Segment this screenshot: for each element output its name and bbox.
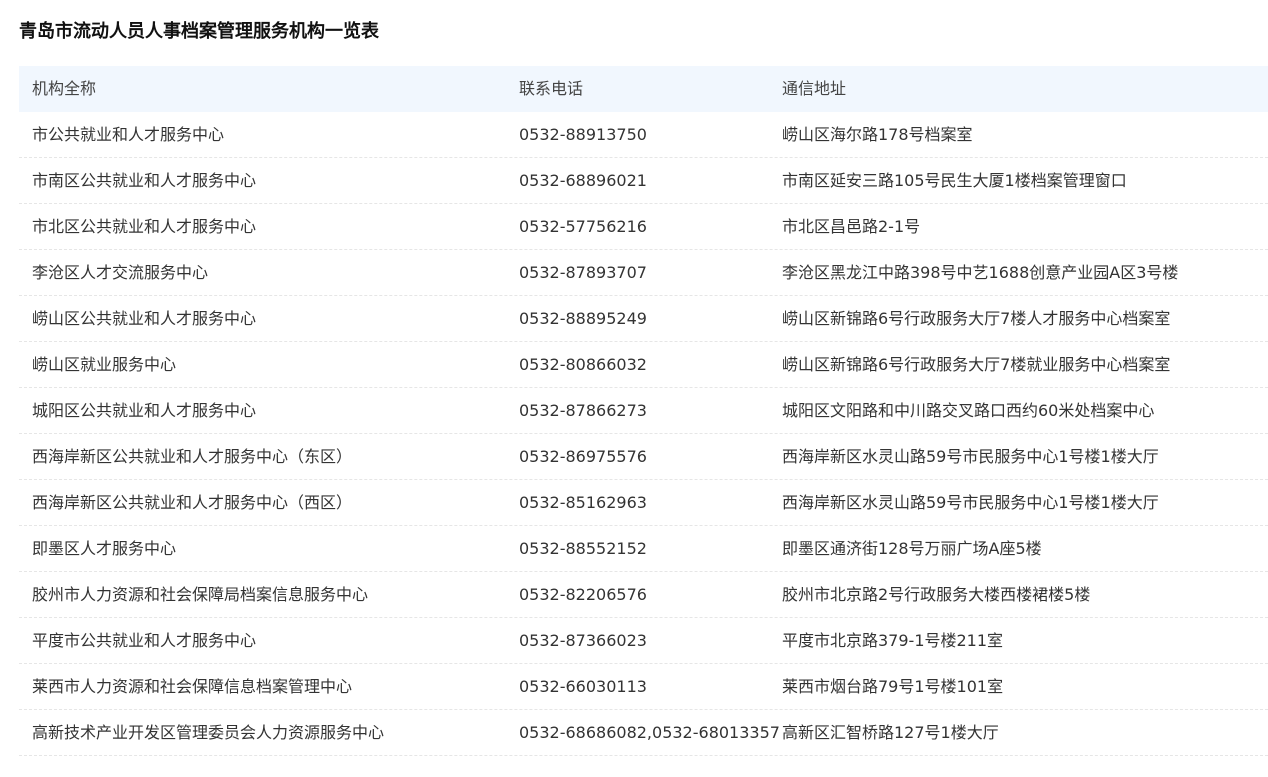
agency-name: 市公共就业和人才服务中心 xyxy=(32,124,225,144)
page: 青岛市流动人员人事档案管理服务机构一览表 机构全称 联系电话 通信地址 市公共就… xyxy=(0,0,1268,777)
agency-address: 市北区昌邑路2-1号 xyxy=(782,216,921,236)
agency-address: 即墨区通济街128号万丽广场A座5楼 xyxy=(782,538,1042,558)
table-row: 市北区公共就业和人才服务中心 0532-57756216 市北区昌邑路2-1号 xyxy=(19,204,1268,250)
agency-name: 崂山区公共就业和人才服务中心 xyxy=(32,308,257,328)
table-row: 莱西市人力资源和社会保障信息档案管理中心 0532-66030113 莱西市烟台… xyxy=(19,664,1268,710)
agency-address: 市南区延安三路105号民生大厦1楼档案管理窗口 xyxy=(782,170,1127,190)
agency-table: 机构全称 联系电话 通信地址 市公共就业和人才服务中心 0532-8891375… xyxy=(19,66,1268,756)
agency-phone: 0532-88552152 xyxy=(519,538,647,558)
agency-address: 城阳区文阳路和中川路交叉路口西约60米处档案中心 xyxy=(782,400,1155,420)
agency-address: 西海岸新区水灵山路59号市民服务中心1号楼1楼大厅 xyxy=(782,446,1159,466)
column-header-address: 通信地址 xyxy=(782,79,847,98)
agency-phone: 0532-87893707 xyxy=(519,262,647,282)
agency-phone: 0532-80866032 xyxy=(519,354,647,374)
agency-address: 崂山区海尔路178号档案室 xyxy=(782,124,973,144)
agency-name: 城阳区公共就业和人才服务中心 xyxy=(32,400,257,420)
page-title: 青岛市流动人员人事档案管理服务机构一览表 xyxy=(19,21,379,42)
agency-name: 李沧区人才交流服务中心 xyxy=(32,262,209,282)
agency-name: 市南区公共就业和人才服务中心 xyxy=(32,170,257,190)
agency-phone: 0532-85162963 xyxy=(519,492,647,512)
table-row: 城阳区公共就业和人才服务中心 0532-87866273 城阳区文阳路和中川路交… xyxy=(19,388,1268,434)
agency-phone: 0532-68686082,0532-68013357 xyxy=(519,722,780,742)
agency-name: 西海岸新区公共就业和人才服务中心（西区） xyxy=(32,492,353,512)
agency-phone: 0532-82206576 xyxy=(519,584,647,604)
agency-phone: 0532-88895249 xyxy=(519,308,647,328)
table-row: 崂山区公共就业和人才服务中心 0532-88895249 崂山区新锦路6号行政服… xyxy=(19,296,1268,342)
agency-phone: 0532-87866273 xyxy=(519,400,647,420)
agency-name: 平度市公共就业和人才服务中心 xyxy=(32,630,257,650)
table-row: 市公共就业和人才服务中心 0532-88913750 崂山区海尔路178号档案室 xyxy=(19,112,1268,158)
agency-address: 平度市北京路379-1号楼211室 xyxy=(782,630,1004,650)
agency-phone: 0532-87366023 xyxy=(519,630,647,650)
table-row: 李沧区人才交流服务中心 0532-87893707 李沧区黑龙江中路398号中艺… xyxy=(19,250,1268,296)
agency-address: 高新区汇智桥路127号1楼大厅 xyxy=(782,722,999,742)
agency-phone: 0532-68896021 xyxy=(519,170,647,190)
agency-phone: 0532-88913750 xyxy=(519,124,647,144)
agency-address: 崂山区新锦路6号行政服务大厅7楼就业服务中心档案室 xyxy=(782,354,1171,374)
agency-phone: 0532-66030113 xyxy=(519,676,647,696)
table-row: 西海岸新区公共就业和人才服务中心（东区） 0532-86975576 西海岸新区… xyxy=(19,434,1268,480)
agency-name: 崂山区就业服务中心 xyxy=(32,354,177,374)
table-row: 高新技术产业开发区管理委员会人力资源服务中心 0532-68686082,053… xyxy=(19,710,1268,756)
agency-address: 崂山区新锦路6号行政服务大厅7楼人才服务中心档案室 xyxy=(782,308,1171,328)
table-row: 崂山区就业服务中心 0532-80866032 崂山区新锦路6号行政服务大厅7楼… xyxy=(19,342,1268,388)
table-header: 机构全称 联系电话 通信地址 xyxy=(19,66,1268,112)
table-row: 即墨区人才服务中心 0532-88552152 即墨区通济街128号万丽广场A座… xyxy=(19,526,1268,572)
agency-name: 市北区公共就业和人才服务中心 xyxy=(32,216,257,236)
column-header-name: 机构全称 xyxy=(32,79,97,98)
agency-name: 高新技术产业开发区管理委员会人力资源服务中心 xyxy=(32,722,385,742)
agency-name: 莱西市人力资源和社会保障信息档案管理中心 xyxy=(32,676,353,696)
agency-phone: 0532-86975576 xyxy=(519,446,647,466)
agency-address: 胶州市北京路2号行政服务大楼西楼裙楼5楼 xyxy=(782,584,1091,604)
agency-phone: 0532-57756216 xyxy=(519,216,647,236)
agency-name: 胶州市人力资源和社会保障局档案信息服务中心 xyxy=(32,584,369,604)
table-row: 西海岸新区公共就业和人才服务中心（西区） 0532-85162963 西海岸新区… xyxy=(19,480,1268,526)
agency-address: 西海岸新区水灵山路59号市民服务中心1号楼1楼大厅 xyxy=(782,492,1159,512)
agency-address: 李沧区黑龙江中路398号中艺1688创意产业园A区3号楼 xyxy=(782,262,1179,282)
agency-name: 西海岸新区公共就业和人才服务中心（东区） xyxy=(32,446,353,466)
column-header-phone: 联系电话 xyxy=(519,79,584,98)
table-row: 平度市公共就业和人才服务中心 0532-87366023 平度市北京路379-1… xyxy=(19,618,1268,664)
table-row: 胶州市人力资源和社会保障局档案信息服务中心 0532-82206576 胶州市北… xyxy=(19,572,1268,618)
agency-name: 即墨区人才服务中心 xyxy=(32,538,177,558)
table-row: 市南区公共就业和人才服务中心 0532-68896021 市南区延安三路105号… xyxy=(19,158,1268,204)
agency-address: 莱西市烟台路79号1号楼101室 xyxy=(782,676,1004,696)
